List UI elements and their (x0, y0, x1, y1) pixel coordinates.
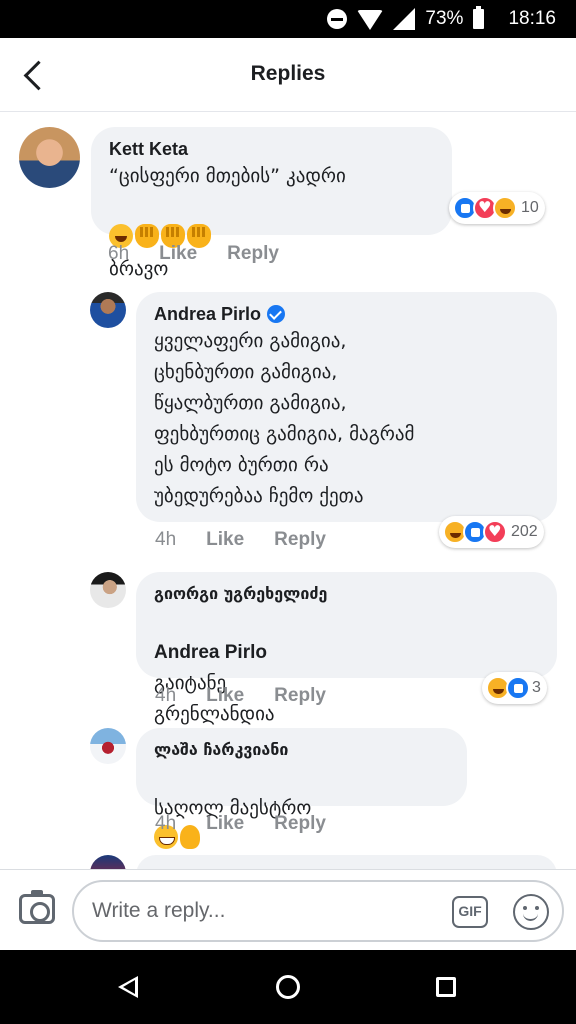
comment-text-line2: ბრავო (109, 192, 434, 285)
reply-button[interactable]: Reply (227, 243, 279, 265)
avatar[interactable] (90, 292, 126, 328)
comment-bubble[interactable]: Andrea Pirlo ყველაფერი გამიგია, ცხენბურთ… (136, 292, 557, 522)
battery-percent: 73% (425, 8, 464, 29)
nav-home-icon[interactable] (276, 975, 300, 999)
mention-link[interactable]: Andrea Pirlo (154, 642, 267, 663)
page-title: Replies (250, 62, 326, 85)
comment-time: 4h (155, 813, 177, 834)
comment-author[interactable]: Andrea Pirlo (154, 302, 261, 326)
do-not-disturb-icon (327, 9, 348, 29)
comment-text: საღოლ მაესტრო (154, 762, 449, 855)
comment-author[interactable]: ლაშა ჩარკვიანი (154, 738, 449, 762)
haha-reaction-icon (493, 196, 517, 220)
gif-button[interactable]: GIF (452, 896, 488, 928)
comment-actions: 4h Like Reply (155, 529, 326, 551)
battery-icon (473, 6, 485, 29)
reply-button[interactable]: Reply (274, 529, 326, 551)
comment-time: 4h (155, 529, 177, 550)
reaction-summary[interactable]: 3 (482, 672, 547, 704)
comment-author[interactable]: გიორგი უგრეხელიძე (154, 582, 539, 606)
reaction-summary[interactable]: 202 (439, 516, 544, 548)
avatar[interactable] (90, 572, 126, 608)
avatar[interactable] (19, 127, 80, 188)
comment-actions: 4h Like Reply (155, 685, 326, 707)
like-button[interactable]: Like (159, 243, 197, 265)
emoji-icon[interactable] (513, 894, 549, 930)
wifi-icon (357, 10, 384, 30)
verified-badge-icon (267, 305, 286, 323)
comment-time: 6h (108, 243, 130, 264)
reply-button[interactable]: Reply (274, 685, 326, 707)
comment-author-row: Andrea Pirlo (154, 302, 539, 326)
comment-time: 4h (155, 685, 177, 706)
comment-text: ყველაფერი გამიგია, ცხენბურთი გამიგია, წყ… (154, 330, 415, 507)
signal-icon (393, 8, 416, 30)
like-reaction-icon (506, 676, 530, 700)
like-button[interactable]: Like (206, 685, 244, 707)
reply-input[interactable]: Write a reply... GIF (72, 880, 564, 942)
app-header: Replies (0, 38, 576, 112)
reaction-count: 10 (521, 199, 539, 216)
clock: 18:16 (508, 8, 556, 29)
avatar[interactable] (90, 728, 126, 764)
nav-recents-icon[interactable] (436, 977, 456, 997)
system-nav-bar (0, 950, 576, 1024)
comment-text: “ცისფერი მთების” კადრი (109, 165, 346, 187)
like-button[interactable]: Like (206, 529, 244, 551)
reply-composer: Write a reply... GIF (0, 869, 576, 950)
reaction-count: 3 (532, 679, 541, 696)
reply-button[interactable]: Reply (274, 813, 326, 835)
love-reaction-icon (483, 520, 507, 544)
status-bar: 73% 18:16 (0, 0, 576, 38)
like-button[interactable]: Like (206, 813, 244, 835)
comment-bubble[interactable]: გიორგი უგრეხელიძე Andrea Pirlo გაიტანე გ… (136, 572, 557, 725)
camera-icon[interactable] (19, 890, 55, 924)
reaction-count: 202 (511, 523, 538, 540)
comment-bubble[interactable]: Kett Keta “ცისფერი მთების” კადრი ბრავო (91, 127, 452, 280)
nav-back-icon[interactable] (118, 976, 138, 998)
reaction-summary[interactable]: 10 (449, 192, 545, 224)
reply-placeholder: Write a reply... (92, 899, 226, 922)
comment-bubble[interactable]: ლაშა ჩარკვიანი საღოლ მაესტრო (136, 728, 467, 849)
comment-actions: 6h Like Reply (108, 243, 279, 265)
comment-author[interactable]: Kett Keta (109, 137, 434, 161)
comment-actions: 4h Like Reply (155, 813, 326, 835)
